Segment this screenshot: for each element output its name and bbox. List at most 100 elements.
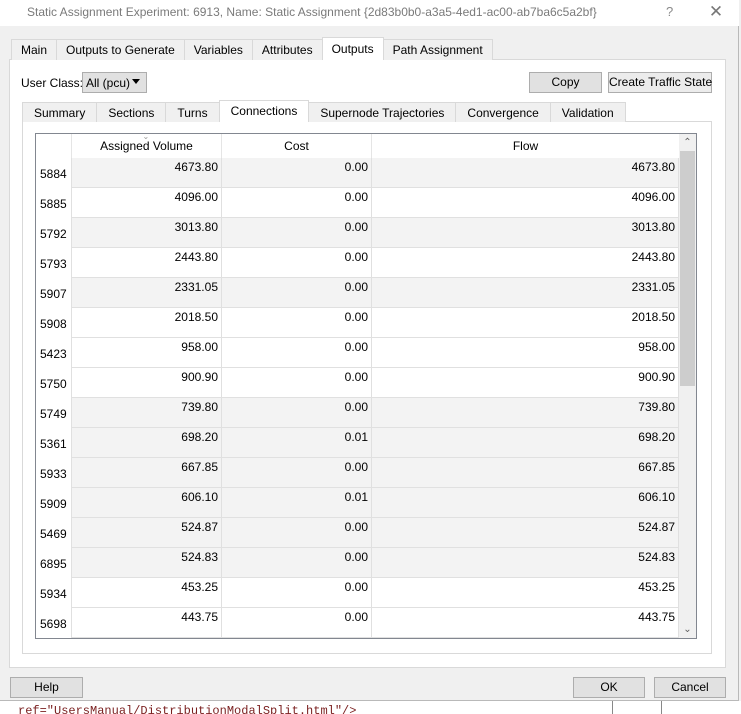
row-id[interactable]: 5749 xyxy=(36,398,72,428)
tab-outputs-to-generate[interactable]: Outputs to Generate xyxy=(56,39,185,60)
cell-cost[interactable]: 0.00 xyxy=(222,248,372,278)
table-row[interactable]: 5933 667.85 0.00 667.85 xyxy=(36,458,679,488)
row-id[interactable]: 5933 xyxy=(36,458,72,488)
cell-flow[interactable]: 443.75 xyxy=(372,608,679,638)
cell-cost[interactable]: 0.00 xyxy=(222,458,372,488)
cell-flow[interactable]: 698.20 xyxy=(372,428,679,458)
row-id[interactable]: 5698 xyxy=(36,608,72,638)
cell-cost[interactable]: 0.00 xyxy=(222,278,372,308)
tab-sections[interactable]: Sections xyxy=(96,102,167,122)
row-id[interactable]: 5885 xyxy=(36,188,72,218)
tab-supernode-trajectories[interactable]: Supernode Trajectories xyxy=(308,102,457,122)
ok-button[interactable]: OK xyxy=(573,677,645,698)
vertical-scrollbar[interactable]: ⌃ ⌄ xyxy=(679,134,696,638)
cell-assigned-volume[interactable]: 900.90 xyxy=(72,368,222,398)
cancel-button[interactable]: Cancel xyxy=(654,677,726,698)
cell-assigned-volume[interactable]: 667.85 xyxy=(72,458,222,488)
cell-cost[interactable]: 0.00 xyxy=(222,578,372,608)
cell-flow[interactable]: 667.85 xyxy=(372,458,679,488)
row-id[interactable]: 5884 xyxy=(36,158,72,188)
cell-flow[interactable]: 606.10 xyxy=(372,488,679,518)
scroll-up-icon[interactable]: ⌃ xyxy=(679,134,696,151)
tab-summary[interactable]: Summary xyxy=(22,102,98,122)
row-id[interactable]: 5908 xyxy=(36,308,72,338)
cell-assigned-volume[interactable]: 443.75 xyxy=(72,608,222,638)
cell-cost[interactable]: 0.00 xyxy=(222,398,372,428)
cell-flow[interactable]: 2018.50 xyxy=(372,308,679,338)
table-row[interactable]: 5908 2018.50 0.00 2018.50 xyxy=(36,308,679,338)
row-id[interactable]: 5793 xyxy=(36,248,72,278)
cell-flow[interactable]: 3013.80 xyxy=(372,218,679,248)
cell-flow[interactable]: 2443.80 xyxy=(372,248,679,278)
cell-assigned-volume[interactable]: 2331.05 xyxy=(72,278,222,308)
row-id[interactable]: 5423 xyxy=(36,338,72,368)
cell-flow[interactable]: 739.80 xyxy=(372,398,679,428)
cell-assigned-volume[interactable]: 453.25 xyxy=(72,578,222,608)
cell-assigned-volume[interactable]: 524.83 xyxy=(72,548,222,578)
cell-cost[interactable]: 0.00 xyxy=(222,338,372,368)
cell-cost[interactable]: 0.01 xyxy=(222,488,372,518)
cell-assigned-volume[interactable]: 2443.80 xyxy=(72,248,222,278)
table-row[interactable]: 5909 606.10 0.01 606.10 xyxy=(36,488,679,518)
close-icon[interactable]: ✕ xyxy=(706,2,726,22)
column-header-assigned-volume[interactable]: ⌄ Assigned Volume xyxy=(72,134,222,158)
create-traffic-state-button[interactable]: Create Traffic State xyxy=(608,72,712,93)
cell-assigned-volume[interactable]: 3013.80 xyxy=(72,218,222,248)
tab-turns[interactable]: Turns xyxy=(165,102,220,122)
cell-flow[interactable]: 900.90 xyxy=(372,368,679,398)
table-row[interactable]: 5469 524.87 0.00 524.87 xyxy=(36,518,679,548)
column-header-flow[interactable]: Flow xyxy=(372,134,679,158)
scrollbar-thumb[interactable] xyxy=(680,151,695,386)
tab-variables[interactable]: Variables xyxy=(183,39,253,60)
cell-cost[interactable]: 0.01 xyxy=(222,428,372,458)
table-row[interactable]: 5749 739.80 0.00 739.80 xyxy=(36,398,679,428)
table-row[interactable]: 5907 2331.05 0.00 2331.05 xyxy=(36,278,679,308)
row-id[interactable]: 5934 xyxy=(36,578,72,608)
row-id[interactable]: 5750 xyxy=(36,368,72,398)
cell-assigned-volume[interactable]: 4096.00 xyxy=(72,188,222,218)
cell-flow[interactable]: 524.83 xyxy=(372,548,679,578)
cell-flow[interactable]: 524.87 xyxy=(372,518,679,548)
row-id[interactable]: 6895 xyxy=(36,548,72,578)
cell-cost[interactable]: 0.00 xyxy=(222,548,372,578)
cell-flow[interactable]: 2331.05 xyxy=(372,278,679,308)
cell-cost[interactable]: 0.00 xyxy=(222,308,372,338)
column-header-cost[interactable]: Cost xyxy=(222,134,372,158)
table-row[interactable]: 5361 698.20 0.01 698.20 xyxy=(36,428,679,458)
table-row[interactable]: 5698 443.75 0.00 443.75 xyxy=(36,608,679,638)
cell-assigned-volume[interactable]: 606.10 xyxy=(72,488,222,518)
cell-assigned-volume[interactable]: 2018.50 xyxy=(72,308,222,338)
cell-cost[interactable]: 0.00 xyxy=(222,518,372,548)
scroll-down-icon[interactable]: ⌄ xyxy=(679,621,696,638)
table-row[interactable]: 5792 3013.80 0.00 3013.80 xyxy=(36,218,679,248)
table-row[interactable]: 5884 4673.80 0.00 4673.80 xyxy=(36,158,679,188)
row-id[interactable]: 5907 xyxy=(36,278,72,308)
cell-assigned-volume[interactable]: 958.00 xyxy=(72,338,222,368)
cell-assigned-volume[interactable]: 524.87 xyxy=(72,518,222,548)
cell-flow[interactable]: 958.00 xyxy=(372,338,679,368)
row-id[interactable]: 5361 xyxy=(36,428,72,458)
table-row[interactable]: 5885 4096.00 0.00 4096.00 xyxy=(36,188,679,218)
row-id[interactable]: 5792 xyxy=(36,218,72,248)
cell-assigned-volume[interactable]: 739.80 xyxy=(72,398,222,428)
tab-main[interactable]: Main xyxy=(11,39,58,60)
tab-validation[interactable]: Validation xyxy=(549,102,626,122)
tab-convergence[interactable]: Convergence xyxy=(455,102,551,122)
table-row[interactable]: 6895 524.83 0.00 524.83 xyxy=(36,548,679,578)
tab-attributes[interactable]: Attributes xyxy=(251,39,323,60)
cell-assigned-volume[interactable]: 4673.80 xyxy=(72,158,222,188)
help-button[interactable]: Help xyxy=(10,677,83,698)
row-id[interactable]: 5909 xyxy=(36,488,72,518)
cell-flow[interactable]: 453.25 xyxy=(372,578,679,608)
table-row[interactable]: 5750 900.90 0.00 900.90 xyxy=(36,368,679,398)
row-id[interactable]: 5469 xyxy=(36,518,72,548)
copy-button[interactable]: Copy xyxy=(529,72,602,93)
cell-cost[interactable]: 0.00 xyxy=(222,608,372,638)
cell-flow[interactable]: 4096.00 xyxy=(372,188,679,218)
tab-path-assignment[interactable]: Path Assignment xyxy=(382,39,493,60)
table-row[interactable]: 5423 958.00 0.00 958.00 xyxy=(36,338,679,368)
cell-cost[interactable]: 0.00 xyxy=(222,218,372,248)
help-question-icon[interactable]: ? xyxy=(666,4,673,19)
cell-flow[interactable]: 4673.80 xyxy=(372,158,679,188)
cell-cost[interactable]: 0.00 xyxy=(222,368,372,398)
